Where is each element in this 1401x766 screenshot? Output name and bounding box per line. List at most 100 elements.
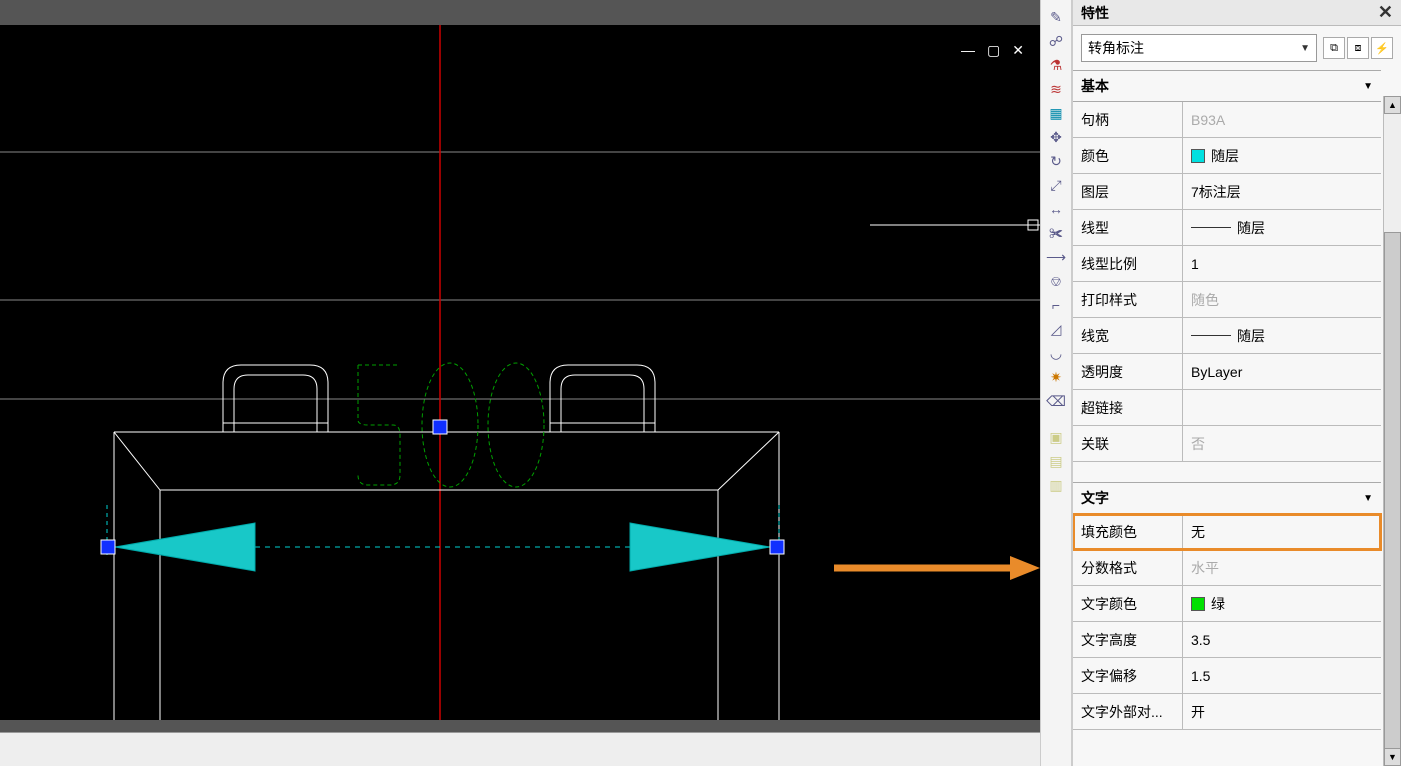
section-basic-title: 基本 [1081,76,1109,96]
properties-panel: 特性 ✕ 转角标注 ▼ ⧉ ⧈ ⚡ 基本 ▼ 句柄 B93A [1072,0,1401,766]
prop-textheight-row: 文字高度 3.5 [1073,622,1381,658]
link-icon[interactable]: ☍ [1045,30,1067,52]
section-text-title: 文字 [1081,488,1109,508]
prop-ltscale-label: 线型比例 [1073,246,1183,281]
scroll-thumb[interactable] [1384,232,1401,752]
prop-associative-label: 关联 [1073,426,1183,461]
prop-layer-value[interactable]: 7标注层 [1183,174,1381,209]
prop-textcolor-value[interactable]: 绿 [1183,586,1381,621]
trim-icon[interactable]: ✀ [1045,222,1067,244]
prop-lineweight-value[interactable]: 随层 [1183,318,1381,353]
panel-close-icon[interactable]: ✕ [1378,2,1393,23]
array-icon[interactable]: ▦ [1045,102,1067,124]
prop-linetype-value[interactable]: 随层 [1183,210,1381,245]
rotate-icon[interactable]: ↻ [1045,150,1067,172]
prop-plotstyle-label: 打印样式 [1073,282,1183,317]
prop-linetype-text: 随层 [1237,218,1265,238]
prop-fracformat-value: 水平 [1183,550,1381,585]
prop-fracformat-label: 分数格式 [1073,550,1183,585]
chamfer-icon[interactable]: ◿ [1045,318,1067,340]
prop-ltscale-value[interactable]: 1 [1183,246,1381,281]
layer3-icon[interactable]: ▥ [1045,474,1067,496]
scroll-down-icon[interactable]: ▼ [1384,748,1401,766]
drawing-canvas-area: — ▢ ✕ [0,0,1040,766]
status-bar [0,732,1040,766]
prop-textoffset-label: 文字偏移 [1073,658,1183,693]
section-text-header[interactable]: 文字 ▼ [1073,482,1381,514]
linetype-swatch-icon [1191,227,1231,228]
color-swatch-icon [1191,597,1205,611]
pickadd-icon[interactable]: ⧈ [1347,37,1369,59]
erase-icon[interactable]: ⌫ [1045,390,1067,412]
prop-associative-row: 关联 否 [1073,426,1381,462]
prop-fillcolor-row: 填充颜色 无 [1073,514,1381,550]
extend-icon[interactable]: ⟶ [1045,246,1067,268]
prop-textoffset-value[interactable]: 1.5 [1183,658,1381,693]
tool-palette: ✎ ☍ ⚗ ≋ ▦ ✥ ↻ ⤢ ↔ ✀ ⟶ ⎊ ⌐ ◿ ◡ ✷ ⌫ ▣ ▤ ▥ [1040,0,1072,766]
layer1-icon[interactable]: ▣ [1045,426,1067,448]
prop-color-value[interactable]: 随层 [1183,138,1381,173]
properties-header: 特性 ✕ [1073,0,1401,26]
entity-type-row: 转角标注 ▼ ⧉ ⧈ ⚡ [1073,26,1401,70]
properties-list: 基本 ▼ 句柄 B93A 颜色 随层 图层 7标注层 线型 [1073,70,1401,766]
prop-transparency-row: 透明度 ByLayer [1073,354,1381,390]
prop-lineweight-label: 线宽 [1073,318,1183,353]
prop-layer-row: 图层 7标注层 [1073,174,1381,210]
scrollbar[interactable]: ▲ ▼ [1383,96,1401,766]
offset-icon[interactable]: ≋ [1045,78,1067,100]
prop-color-row: 颜色 随层 [1073,138,1381,174]
break-icon[interactable]: ⎊ [1045,270,1067,292]
prop-fillcolor-value[interactable]: 无 [1183,514,1381,549]
scroll-up-icon[interactable]: ▲ [1384,96,1401,114]
prop-fillcolor-label: 填充颜色 [1073,514,1183,549]
prop-hyperlink-row: 超链接 [1073,390,1381,426]
prop-textoffset-row: 文字偏移 1.5 [1073,658,1381,694]
prop-handle-value: B93A [1183,102,1381,137]
properties-title: 特性 [1081,3,1109,23]
prop-handle-row: 句柄 B93A [1073,102,1381,138]
prop-textoutside-row: 文字外部对... 开 [1073,694,1381,730]
mirror-icon[interactable]: ⚗ [1045,54,1067,76]
section-basic-header[interactable]: 基本 ▼ [1073,70,1381,102]
fillet-icon[interactable]: ◡ [1045,342,1067,364]
drawing-svg [0,25,1040,720]
prop-transparency-label: 透明度 [1073,354,1183,389]
prop-textoutside-value[interactable]: 开 [1183,694,1381,729]
prop-transparency-value[interactable]: ByLayer [1183,354,1381,389]
stretch-icon[interactable]: ↔ [1045,198,1067,220]
prop-textheight-label: 文字高度 [1073,622,1183,657]
prop-fracformat-row: 分数格式 水平 [1073,550,1381,586]
prop-layer-label: 图层 [1073,174,1183,209]
prop-lineweight-row: 线宽 随层 [1073,318,1381,354]
collapse-icon: ▼ [1363,493,1373,504]
prop-color-label: 颜色 [1073,138,1183,173]
color-swatch-icon [1191,149,1205,163]
prop-linetype-row: 线型 随层 [1073,210,1381,246]
layer2-icon[interactable]: ▤ [1045,450,1067,472]
prop-linetype-label: 线型 [1073,210,1183,245]
prop-textheight-value[interactable]: 3.5 [1183,622,1381,657]
chevron-down-icon: ▼ [1300,43,1310,54]
explode-icon[interactable]: ✷ [1045,366,1067,388]
prop-textcolor-row: 文字颜色 绿 [1073,586,1381,622]
prop-hyperlink-value[interactable] [1183,390,1381,425]
flash-icon[interactable]: ⚡ [1371,37,1393,59]
qselect-icon[interactable]: ⧉ [1323,37,1345,59]
prop-textcolor-text: 绿 [1211,594,1225,614]
prop-plotstyle-row: 打印样式 随色 [1073,282,1381,318]
join-icon[interactable]: ⌐ [1045,294,1067,316]
entity-type-value: 转角标注 [1088,38,1144,58]
prop-handle-label: 句柄 [1073,102,1183,137]
move-icon[interactable]: ✥ [1045,126,1067,148]
entity-type-selector[interactable]: 转角标注 ▼ [1081,34,1317,62]
lineweight-swatch-icon [1191,335,1231,336]
scale-icon[interactable]: ⤢ [1045,174,1067,196]
collapse-icon: ▼ [1363,81,1373,92]
prop-hyperlink-label: 超链接 [1073,390,1183,425]
prop-associative-value: 否 [1183,426,1381,461]
prop-lineweight-text: 随层 [1237,326,1265,346]
prop-textcolor-label: 文字颜色 [1073,586,1183,621]
prop-plotstyle-value: 随色 [1183,282,1381,317]
pencil-icon[interactable]: ✎ [1045,6,1067,28]
prop-ltscale-row: 线型比例 1 [1073,246,1381,282]
